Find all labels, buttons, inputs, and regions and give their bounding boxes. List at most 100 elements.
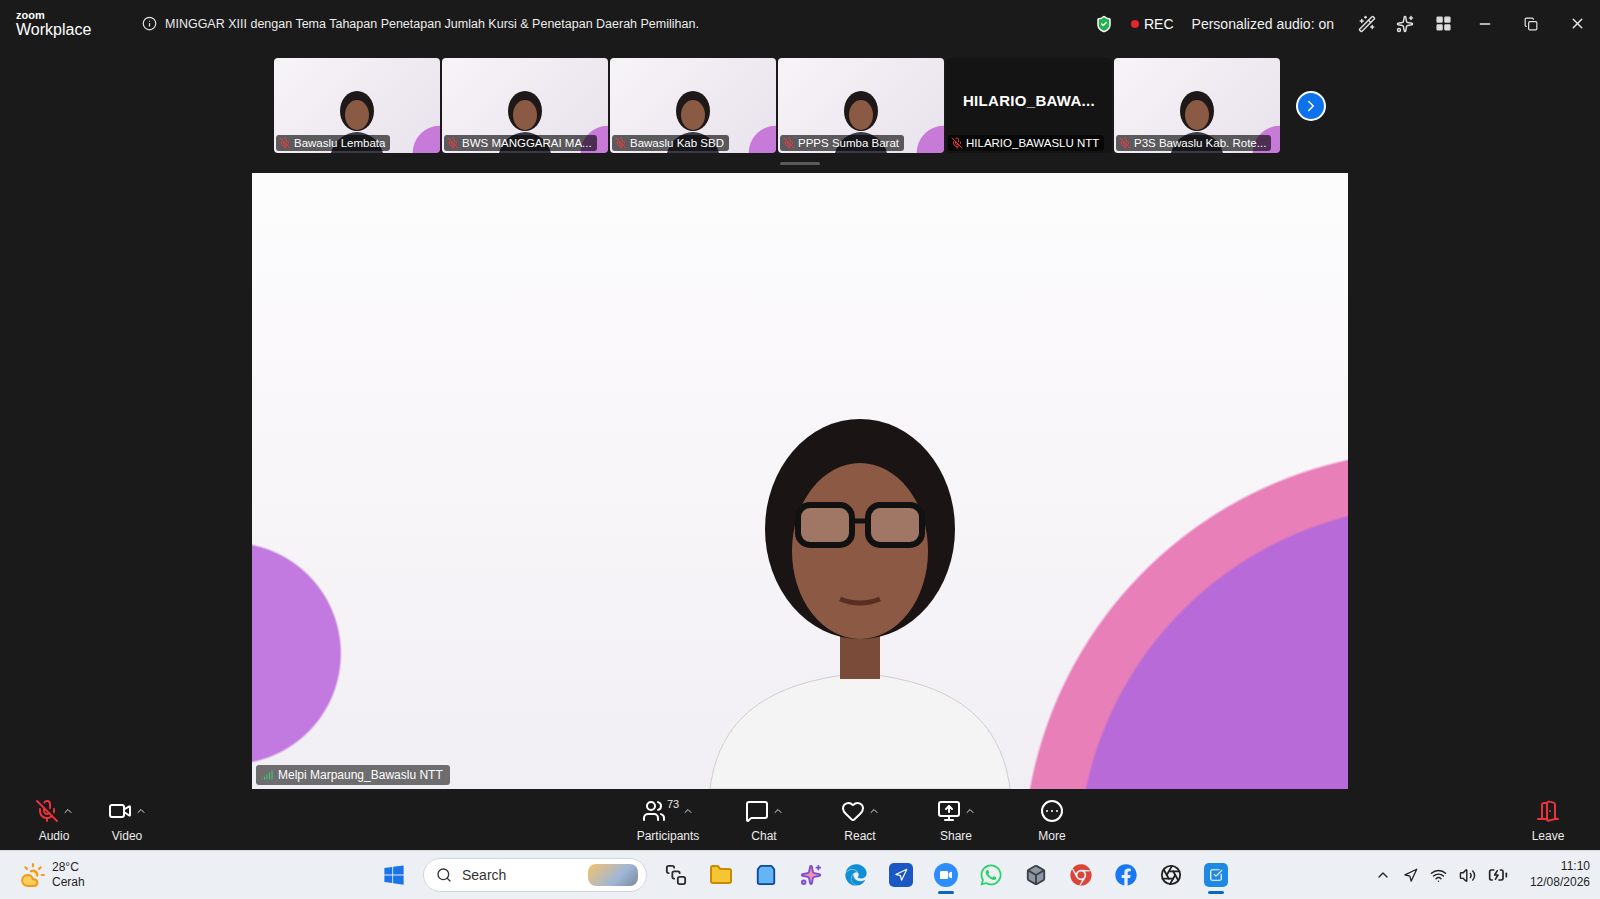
security-shield-icon[interactable] (1095, 15, 1113, 33)
battery-icon[interactable] (1488, 865, 1508, 885)
meeting-stage: Bawaslu Lembata BWS MANGGARAI MA... Bawasl… (0, 47, 1600, 790)
muted-mic-icon (615, 137, 627, 149)
toolbar-button[interactable]: Chat (720, 794, 808, 847)
participant-tile[interactable]: BWS MANGGARAI MA... (442, 58, 608, 153)
caret-icon[interactable] (62, 805, 74, 817)
participant-tile[interactable]: PPPS Sumba Barat (778, 58, 944, 153)
caret-icon[interactable] (135, 805, 147, 817)
gallery-strip: Bawaslu Lembata BWS MANGGARAI MA... Bawasl… (274, 58, 1326, 153)
volume-icon[interactable] (1459, 867, 1476, 884)
chrome-icon (1070, 864, 1092, 886)
system-tray: 11:1012/08/2026 (1375, 859, 1590, 890)
speaker-video: Melpi Marpaung_Bawaslu NTT (252, 173, 1348, 789)
video-button[interactable]: Video (92, 794, 162, 847)
participant-tile[interactable]: Bawaslu Kab SBD (610, 58, 776, 153)
video-label: Video (112, 829, 142, 843)
taskbar-app[interactable] (1151, 855, 1191, 895)
taskbar-app[interactable] (1016, 855, 1056, 895)
caret-icon[interactable] (772, 805, 784, 817)
taskbar-app[interactable] (656, 855, 696, 895)
strip-resize-handle[interactable] (780, 162, 820, 165)
ai-companion-button[interactable] (1386, 5, 1424, 43)
toolbar-label: Share (940, 829, 972, 843)
blue-check-app-icon (1204, 863, 1228, 887)
info-icon[interactable] (142, 16, 157, 31)
participant-name-tag: HILARIO_BAWASLU NTT (948, 135, 1104, 151)
taskbar-search[interactable]: Search (423, 858, 647, 892)
taskbar-app[interactable] (701, 855, 741, 895)
muted-mic-icon (1119, 137, 1131, 149)
participant-name: P3S Bawaslu Kab. Rote... (1134, 137, 1266, 149)
taskbar-app[interactable] (971, 855, 1011, 895)
recording-label: REC (1144, 16, 1174, 32)
toolbar-button[interactable]: 73Participants (624, 794, 712, 847)
restore-button[interactable] (1508, 0, 1554, 47)
audio-button[interactable]: Audio (24, 794, 84, 847)
more-icon (1040, 799, 1064, 823)
logo-top: zoom (16, 10, 126, 21)
participants-icon (642, 799, 666, 823)
taskbar-app[interactable] (926, 855, 966, 895)
weather-icon (20, 862, 46, 888)
toolbar-button[interactable]: React (816, 794, 904, 847)
recording-badge[interactable]: REC (1131, 16, 1174, 32)
clock-time: 11:10 (1561, 859, 1590, 875)
windows-logo-icon (383, 864, 405, 886)
participant-tile[interactable]: P3S Bawaslu Kab. Rote... (1114, 58, 1280, 153)
edge-icon (845, 864, 867, 886)
restore-icon (1524, 17, 1538, 31)
toolbar-label: Participants (637, 829, 700, 843)
taskbar-clock[interactable]: 11:1012/08/2026 (1530, 859, 1590, 890)
caret-icon[interactable] (964, 805, 976, 817)
taskbar-app[interactable] (1061, 855, 1101, 895)
wand-icon (1358, 15, 1376, 33)
apps-button[interactable] (1424, 5, 1462, 43)
annotate-button[interactable] (1348, 5, 1386, 43)
apps-grid-icon (1435, 15, 1452, 32)
speaker-person-icon (690, 409, 1030, 789)
caret-icon[interactable] (868, 805, 880, 817)
taskbar-app[interactable] (791, 855, 831, 895)
leave-label: Leave (1532, 829, 1565, 843)
participant-tile[interactable]: Bawaslu Lembata (274, 58, 440, 153)
caret-icon[interactable] (682, 805, 694, 817)
meeting-title[interactable]: MINGGAR XIII dengan Tema Tahapan Penetap… (142, 16, 699, 31)
taskbar-app[interactable] (881, 855, 921, 895)
participant-name: Bawaslu Lembata (294, 137, 385, 149)
windows-taskbar: 28°CCerah Search 11:1012/08/2026 (0, 850, 1600, 899)
running-indicator (938, 891, 954, 894)
clock-date: 12/08/2026 (1530, 875, 1590, 891)
zoom-window: zoomWorkplaceMINGGAR XIII dengan Tema Ta… (0, 0, 1600, 899)
weather-widget[interactable]: 28°CCerah (20, 860, 374, 890)
mic-muted-icon (35, 799, 59, 823)
next-page-button[interactable] (1296, 91, 1326, 121)
wifi-icon[interactable] (1430, 867, 1447, 884)
participant-name-tag: BWS MANGGARAI MA... (444, 135, 597, 151)
leave-button[interactable]: Leave (1518, 794, 1578, 847)
personalized-audio[interactable]: Personalized audio: on (1192, 16, 1334, 32)
taskbar-app[interactable] (746, 855, 786, 895)
search-placeholder: Search (462, 867, 578, 883)
strip-handle-area (780, 153, 820, 173)
toolbar-button[interactable]: Share (912, 794, 1000, 847)
taskbar-app[interactable] (836, 855, 876, 895)
toolbar-button[interactable]: More (1008, 794, 1096, 847)
participant-name: BWS MANGGARAI MA... (462, 137, 592, 149)
status-group: REC Personalized audio: on (1095, 15, 1334, 33)
location-icon[interactable] (1403, 868, 1418, 883)
close-button[interactable] (1554, 0, 1600, 47)
video-icon-row (108, 798, 147, 824)
participant-tile[interactable]: HILARIO_BAWA...HILARIO_BAWASLU NTT (946, 58, 1112, 153)
taskbar-app[interactable] (1106, 855, 1146, 895)
minimize-button[interactable] (1462, 0, 1508, 47)
taskbar-app[interactable] (1196, 855, 1236, 895)
tray-overflow-icon[interactable] (1375, 867, 1391, 883)
chat-icon (745, 799, 769, 823)
toolbar-center: 73ParticipantsChatReact Share More (624, 794, 1518, 847)
taskbar-center: Search (374, 855, 1236, 895)
start-button[interactable] (374, 855, 414, 895)
toolbar-icon-row (745, 798, 784, 824)
speaker-name-tag: Melpi Marpaung_Bawaslu NTT (256, 765, 450, 785)
muted-mic-icon (447, 137, 459, 149)
meeting-toolbar: Audio Video 73ParticipantsChatReact Share Mo… (0, 790, 1600, 850)
